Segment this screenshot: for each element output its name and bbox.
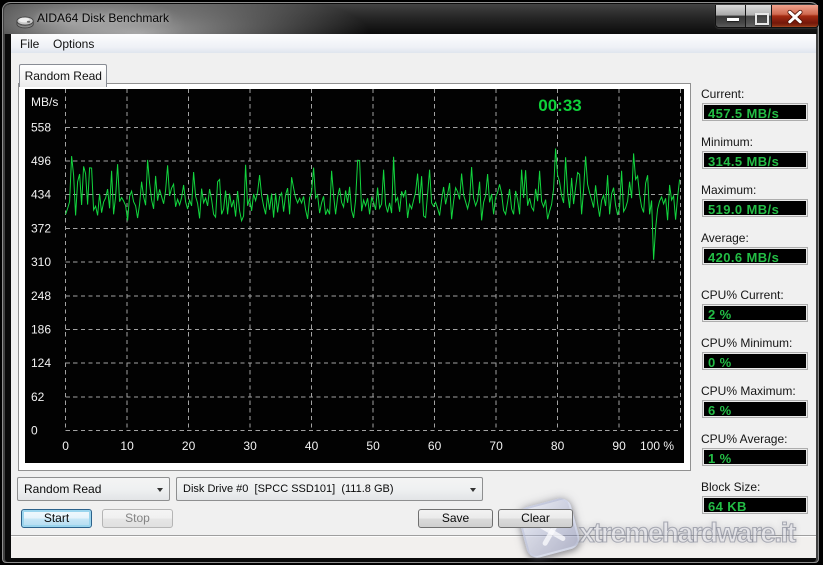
svg-text:MB/s: MB/s (31, 95, 58, 109)
svg-text:434: 434 (31, 188, 51, 202)
svg-text:124: 124 (31, 356, 51, 370)
svg-text:0: 0 (31, 424, 38, 438)
svg-text:70: 70 (489, 439, 503, 453)
svg-text:00:33: 00:33 (538, 96, 581, 115)
svg-text:248: 248 (31, 289, 51, 303)
svg-text:50: 50 (366, 439, 380, 453)
svg-text:80: 80 (551, 439, 565, 453)
svg-text:90: 90 (612, 439, 626, 453)
svg-text:62: 62 (31, 390, 45, 404)
svg-text:186: 186 (31, 323, 51, 337)
svg-text:100 %: 100 % (640, 439, 674, 453)
svg-text:10: 10 (120, 439, 134, 453)
svg-text:30: 30 (243, 439, 257, 453)
svg-text:372: 372 (31, 221, 51, 235)
svg-text:40: 40 (305, 439, 319, 453)
svg-text:310: 310 (31, 255, 51, 269)
svg-text:20: 20 (182, 439, 196, 453)
svg-text:60: 60 (428, 439, 442, 453)
svg-text:496: 496 (31, 154, 51, 168)
svg-text:558: 558 (31, 120, 51, 134)
svg-text:0: 0 (62, 439, 69, 453)
